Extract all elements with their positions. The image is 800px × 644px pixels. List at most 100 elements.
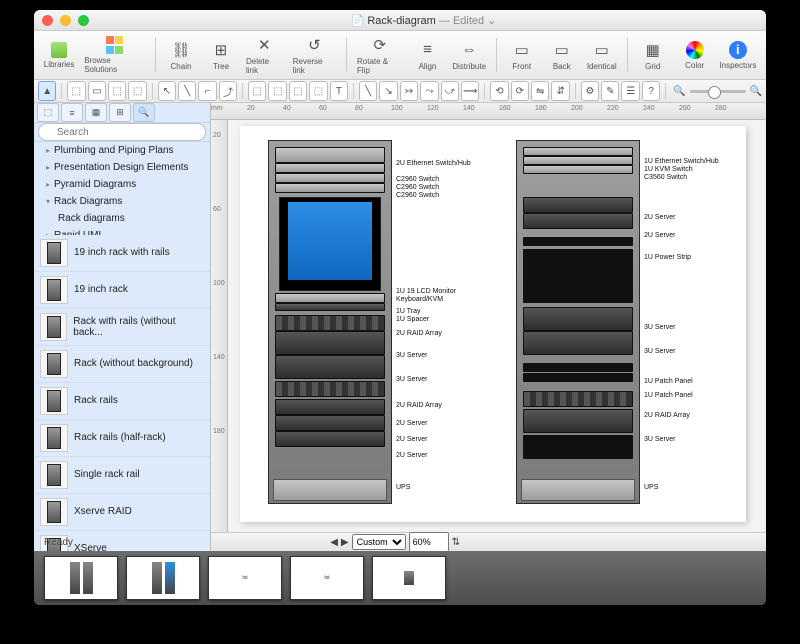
toolopt-5-0[interactable]: ⚙	[581, 81, 599, 101]
toolopt-4-3[interactable]: ⇵	[551, 81, 569, 101]
toolopt-1-3[interactable]: ⤴	[219, 81, 237, 101]
libraries-button[interactable]: Libraries	[40, 40, 78, 71]
color-button[interactable]: Color	[676, 39, 714, 72]
delete-link-button[interactable]: ✕Delete link	[242, 33, 287, 77]
thumb-page-2[interactable]	[126, 556, 200, 600]
tree-item[interactable]: Pyramid Diagrams	[34, 176, 210, 193]
reverse-link-button[interactable]: ↺Reverse link	[289, 33, 340, 77]
toolopt-1-1[interactable]: ╲	[178, 81, 196, 101]
thumb-page-1[interactable]	[44, 556, 118, 600]
rack-label: 2U RAID Array	[396, 402, 442, 409]
toolopt-1-0[interactable]: ↖	[158, 81, 176, 101]
side-view-1[interactable]: ⬚	[37, 103, 59, 122]
toolopt-3-5[interactable]: ⟿	[461, 81, 479, 101]
toolopt-3-0[interactable]: ╲	[359, 81, 377, 101]
front-button[interactable]: ▭Front	[503, 38, 541, 73]
rack-1[interactable]	[268, 140, 392, 504]
thumb-page-4[interactable]: txt	[290, 556, 364, 600]
zoom-value-input[interactable]	[409, 532, 449, 552]
tree-item[interactable]: Rapid UML	[34, 227, 210, 235]
side-view-4[interactable]: ⊞	[109, 103, 131, 122]
sidebar: ⬚ ≡ ▦ ⊞ 🔍 Plumbing and Piping PlansPrese…	[34, 103, 211, 551]
drawing-canvas[interactable]: 2U Ethernet Switch/HubC2960 SwitchC2960 …	[228, 120, 766, 532]
library-tree: Plumbing and Piping PlansPresentation De…	[34, 142, 210, 235]
toolopt-3-2[interactable]: ↣	[400, 81, 418, 101]
align-button[interactable]: ≡Align	[409, 38, 447, 73]
rotate-flip-button[interactable]: ⟳Rotate & Flip	[353, 33, 407, 77]
rack-label: 2U Server	[396, 452, 428, 459]
toolopt-5-2[interactable]: ☰	[621, 81, 639, 101]
toolopt-2-0[interactable]: ⬚	[248, 81, 266, 101]
rack-label: 2U Ethernet Switch/Hub	[396, 160, 471, 167]
shape-item[interactable]: Rack with rails (without back...	[34, 309, 210, 346]
page-thumbnails: txt txt	[34, 551, 766, 605]
toolopt-2-3[interactable]: ⬚	[309, 81, 327, 101]
inspectors-button[interactable]: iInspectors	[716, 39, 760, 72]
shape-item[interactable]: Xserve RAID	[34, 494, 210, 531]
side-view-2[interactable]: ≡	[61, 103, 83, 122]
shape-item[interactable]: 19 inch rack	[34, 272, 210, 309]
shape-item[interactable]: 19 inch rack with rails	[34, 235, 210, 272]
zoom-mode-select[interactable]: Custom	[352, 534, 406, 550]
toolopt-0-3[interactable]: ⬚	[128, 81, 146, 101]
zoom-stepper[interactable]: ⇅	[452, 537, 460, 548]
toolopt-4-2[interactable]: ⇋	[531, 81, 549, 101]
status-ready: Ready	[44, 537, 73, 548]
side-search-btn[interactable]: 🔍	[133, 103, 155, 122]
identical-button[interactable]: ▭Identical	[583, 38, 621, 73]
rack-2[interactable]	[516, 140, 640, 504]
rack-label: 1U Ethernet Switch/Hub	[644, 158, 719, 165]
toolopt-3-3[interactable]: ⤳	[420, 81, 438, 101]
tree-button[interactable]: ⊞Tree	[202, 38, 240, 73]
thumb-page-5[interactable]	[372, 556, 446, 600]
rack-label: 1U 19 LCD Monitor	[396, 288, 456, 295]
zoom-out-icon[interactable]: 🔍	[673, 86, 685, 97]
rack-label: UPS	[644, 484, 658, 491]
tree-item[interactable]: Plumbing and Piping Plans	[34, 142, 210, 159]
browse-solutions-button[interactable]: Browse Solutions	[80, 34, 149, 76]
close-button[interactable]	[42, 15, 53, 26]
doc-title: Rack-diagram	[367, 15, 435, 27]
toolopt-4-1[interactable]: ⟳	[511, 81, 529, 101]
zoom-slider[interactable]: 🔍 🔍	[673, 86, 762, 97]
minimize-button[interactable]	[60, 15, 71, 26]
page-sheet: 2U Ethernet Switch/HubC2960 SwitchC2960 …	[240, 126, 746, 522]
chain-button[interactable]: ⛓Chain	[162, 38, 200, 73]
pointer-tool[interactable]: ▲	[38, 81, 56, 101]
shape-item[interactable]: Rack (without background)	[34, 346, 210, 383]
toolopt-5-1[interactable]: ✎	[601, 81, 619, 101]
zoom-button[interactable]	[78, 15, 89, 26]
toolopt-0-2[interactable]: ⬚	[108, 81, 126, 101]
app-window: 📄 Rack-diagram — Edited ⌄ LibrariesBrows…	[34, 10, 766, 605]
zoom-in-icon[interactable]: 🔍	[750, 86, 762, 97]
rack-label: C2960 Switch	[396, 184, 439, 191]
page-next[interactable]: ▶	[341, 537, 349, 548]
toolopt-1-2[interactable]: ⌐	[198, 81, 216, 101]
toolopt-3-1[interactable]: ↘	[379, 81, 397, 101]
shape-item[interactable]: Rack rails	[34, 383, 210, 420]
toolopt-2-1[interactable]: ⬚	[268, 81, 286, 101]
rack-label: 3U Server	[644, 436, 676, 443]
toolopt-0-0[interactable]: ⬚	[67, 81, 85, 101]
toolopt-5-3[interactable]: ?	[642, 81, 660, 101]
thumb-page-3[interactable]: txt	[208, 556, 282, 600]
tree-item[interactable]: Rack Diagrams	[34, 193, 210, 210]
tree-item[interactable]: Rack diagrams	[34, 210, 210, 227]
rack-label: 2U RAID Array	[396, 330, 442, 337]
rack-label: 2U RAID Array	[644, 412, 690, 419]
page-prev[interactable]: ◀	[330, 537, 338, 548]
shape-item[interactable]: Single rack rail	[34, 457, 210, 494]
toolopt-3-4[interactable]: ⤻	[441, 81, 459, 101]
tree-item[interactable]: Presentation Design Elements	[34, 159, 210, 176]
search-input[interactable]	[38, 123, 206, 141]
grid-button[interactable]: ▦Grid	[634, 38, 672, 73]
toolopt-2-4[interactable]: T	[330, 81, 348, 101]
side-view-3[interactable]: ▦	[85, 103, 107, 122]
shape-item[interactable]: Rack rails (half-rack)	[34, 420, 210, 457]
toolopt-2-2[interactable]: ⬚	[289, 81, 307, 101]
toolopt-4-0[interactable]: ⟲	[490, 81, 508, 101]
rack-label: 2U Server	[644, 214, 676, 221]
back-button[interactable]: ▭Back	[543, 38, 581, 73]
distribute-button[interactable]: ⇔Distribute	[449, 38, 490, 73]
toolopt-0-1[interactable]: ▭	[88, 81, 106, 101]
